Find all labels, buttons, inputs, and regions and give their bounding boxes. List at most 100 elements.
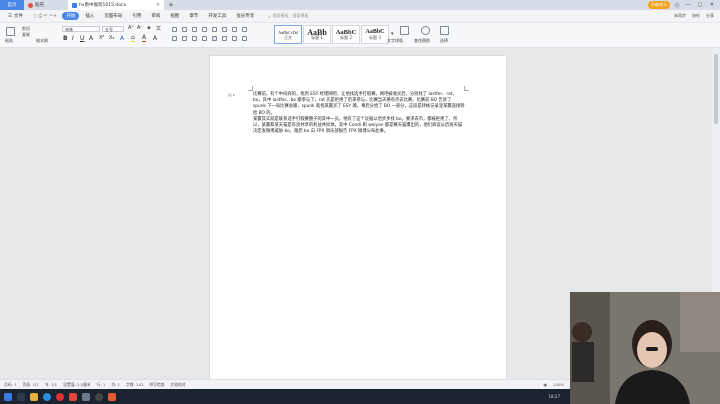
copy-button[interactable]: 复制 [22, 32, 30, 38]
obs-icon[interactable] [108, 392, 116, 401]
status-column[interactable]: 列: 1 [111, 382, 120, 388]
bold-icon[interactable]: B [63, 35, 68, 42]
show-marks-icon[interactable] [232, 27, 237, 32]
strikethrough-icon[interactable]: A [89, 35, 93, 42]
document-body[interactable]: 比赛前，有个中间商的，找到 ESY 经理网吧，让他找选手打假赛，网吧被收买后，分… [253, 92, 465, 135]
style-heading-1[interactable]: AaBb 标题 1 [303, 25, 331, 44]
menu-insert[interactable]: 插入 [81, 12, 98, 20]
status-proofread[interactable]: 文档校对 [171, 382, 186, 388]
status-word-count[interactable]: 字数: 243 [126, 382, 143, 388]
shading-icon[interactable] [232, 36, 237, 41]
tab-document[interactable]: hx南中猴狗1015.docx × [68, 0, 164, 10]
font-name-select[interactable]: 宋体 [62, 26, 100, 32]
menu-page-layout[interactable]: 页面布局 [100, 12, 126, 20]
align-justify-icon[interactable] [202, 36, 207, 41]
align-left-icon[interactable] [172, 36, 177, 41]
outdent-icon[interactable] [192, 27, 197, 32]
document-page[interactable]: ▤ ▸ 比赛前，有个中间商的，找到 ESY 经理网吧，让他找选手打假赛，网吧被收… [210, 56, 506, 379]
indent-icon[interactable] [202, 27, 207, 32]
menu-chapter[interactable]: 章节 [185, 12, 202, 20]
maximize-button[interactable]: □ [696, 2, 704, 8]
tab-docer[interactable]: 稻壳 [24, 0, 68, 10]
align-right-icon[interactable] [192, 36, 197, 41]
status-row[interactable]: 行: 1 [97, 382, 106, 388]
status-pages[interactable]: 页面: 1/1 [23, 382, 39, 388]
file-explorer-icon[interactable] [30, 392, 38, 401]
edge-icon[interactable] [43, 392, 51, 401]
sort-icon[interactable] [222, 27, 227, 32]
text-layout-label[interactable]: 文字排版 [387, 38, 403, 44]
webcam-image [570, 292, 720, 404]
scrollbar-thumb[interactable] [714, 54, 718, 124]
subscript-icon[interactable]: X₂ [109, 35, 114, 41]
minimize-button[interactable]: — [684, 2, 692, 8]
steam-icon[interactable] [82, 392, 90, 401]
italic-icon[interactable]: I [72, 35, 74, 42]
close-window-button[interactable]: ✕ [708, 2, 716, 8]
menu-home[interactable]: 开始 [62, 12, 80, 20]
grow-font-icon[interactable]: A⁺ [128, 25, 134, 31]
menu-review[interactable]: 审阅 [147, 12, 164, 20]
tab-home[interactable]: 首页 [0, 0, 24, 10]
number-list-icon[interactable] [182, 27, 187, 32]
sync-status[interactable]: 未同步 [674, 13, 686, 19]
chinese-layout-icon[interactable] [212, 27, 217, 32]
paragraph-1[interactable]: 比赛前，有个中间商的，找到 ESY 经理网吧，让他找选手打假赛，网吧被收买后，分… [253, 92, 465, 117]
text-layout-icon[interactable] [400, 26, 409, 35]
shrink-font-icon[interactable]: A⁻ [137, 25, 143, 31]
bullet-list-icon[interactable] [172, 27, 177, 32]
table-border-icon[interactable] [242, 36, 247, 41]
status-position[interactable]: 设置值: 2.5厘米 [63, 382, 91, 388]
upgrade-button[interactable]: 升级领卡 [648, 1, 670, 9]
status-section[interactable]: 节: 1/1 [45, 382, 57, 388]
collaborate-button[interactable]: 协作 [692, 13, 700, 19]
distributed-icon[interactable] [212, 36, 217, 41]
menu-member[interactable]: 会员专享 [232, 12, 258, 20]
menu-quick-icons[interactable]: ▢ ⎙ ↶ ↷ ▾ [29, 12, 60, 20]
app-icon[interactable] [95, 392, 103, 401]
new-tab-button[interactable]: + [164, 0, 178, 10]
style-heading-2[interactable]: AaBbC 标题 2 [332, 25, 360, 44]
menu-file[interactable]: 三 文件 [4, 12, 27, 20]
menu-developer[interactable]: 开发工具 [204, 12, 230, 20]
close-tab-icon[interactable]: × [156, 2, 160, 8]
align-center-icon[interactable] [182, 36, 187, 41]
start-icon[interactable] [4, 392, 12, 401]
find-replace-icon[interactable] [421, 26, 430, 35]
view-mode-icon[interactable]: ▣ [544, 382, 548, 387]
border-icon[interactable] [242, 27, 247, 32]
zoom-level[interactable]: 100% [553, 382, 564, 387]
underline-icon[interactable]: U [80, 35, 84, 42]
styles-more-icon[interactable]: ▾ [391, 31, 394, 37]
menu-view[interactable]: 视图 [166, 12, 183, 20]
font-size-select[interactable]: 五号 [102, 26, 124, 32]
wps-icon[interactable] [69, 392, 77, 401]
avatar[interactable] [674, 2, 680, 8]
select-icon[interactable] [440, 26, 449, 35]
search-box[interactable]: ⌕ 搜索模板、搜索模板 [266, 13, 322, 20]
share-button[interactable]: 分享 [706, 13, 714, 19]
status-spell-check[interactable]: 拼写检查 [149, 382, 164, 388]
font-effect-icon[interactable]: A [120, 35, 124, 42]
paste-label[interactable]: 粘贴 [5, 38, 13, 44]
char-shading-icon[interactable]: A [153, 35, 157, 42]
clear-format-icon[interactable]: ◈ [147, 25, 151, 31]
paragraph-handle-icon[interactable]: ▤ ▸ [228, 92, 235, 97]
netease-music-icon[interactable] [56, 392, 64, 401]
style-normal[interactable]: AaBbCcDd 正文 [274, 25, 302, 44]
paste-icon[interactable] [6, 27, 15, 36]
find-replace-label[interactable]: 查找替换 [414, 38, 430, 44]
paragraph-2[interactable]: 某赢其实就是联系选手打假赛圈子的其中一员，他有了这个证据以后步步找 bo，要求去… [253, 117, 465, 136]
webcam-overlay [570, 292, 720, 404]
superscript-icon[interactable]: X² [99, 35, 104, 41]
search-taskbar-icon[interactable] [17, 392, 25, 401]
select-label[interactable]: 选择 [440, 38, 448, 44]
menu-references[interactable]: 引用 [128, 12, 145, 20]
font-color-icon[interactable]: A [142, 35, 147, 42]
line-spacing-icon[interactable] [222, 36, 227, 41]
format-painter-button[interactable]: 格式刷 [36, 38, 48, 44]
style-heading-3[interactable]: AaBbC 标题 3 [361, 25, 389, 44]
status-page-number[interactable]: 页码: 1 [4, 382, 17, 388]
pinyin-icon[interactable]: 文 [156, 25, 161, 32]
highlight-icon[interactable]: ⌂ [131, 35, 135, 42]
